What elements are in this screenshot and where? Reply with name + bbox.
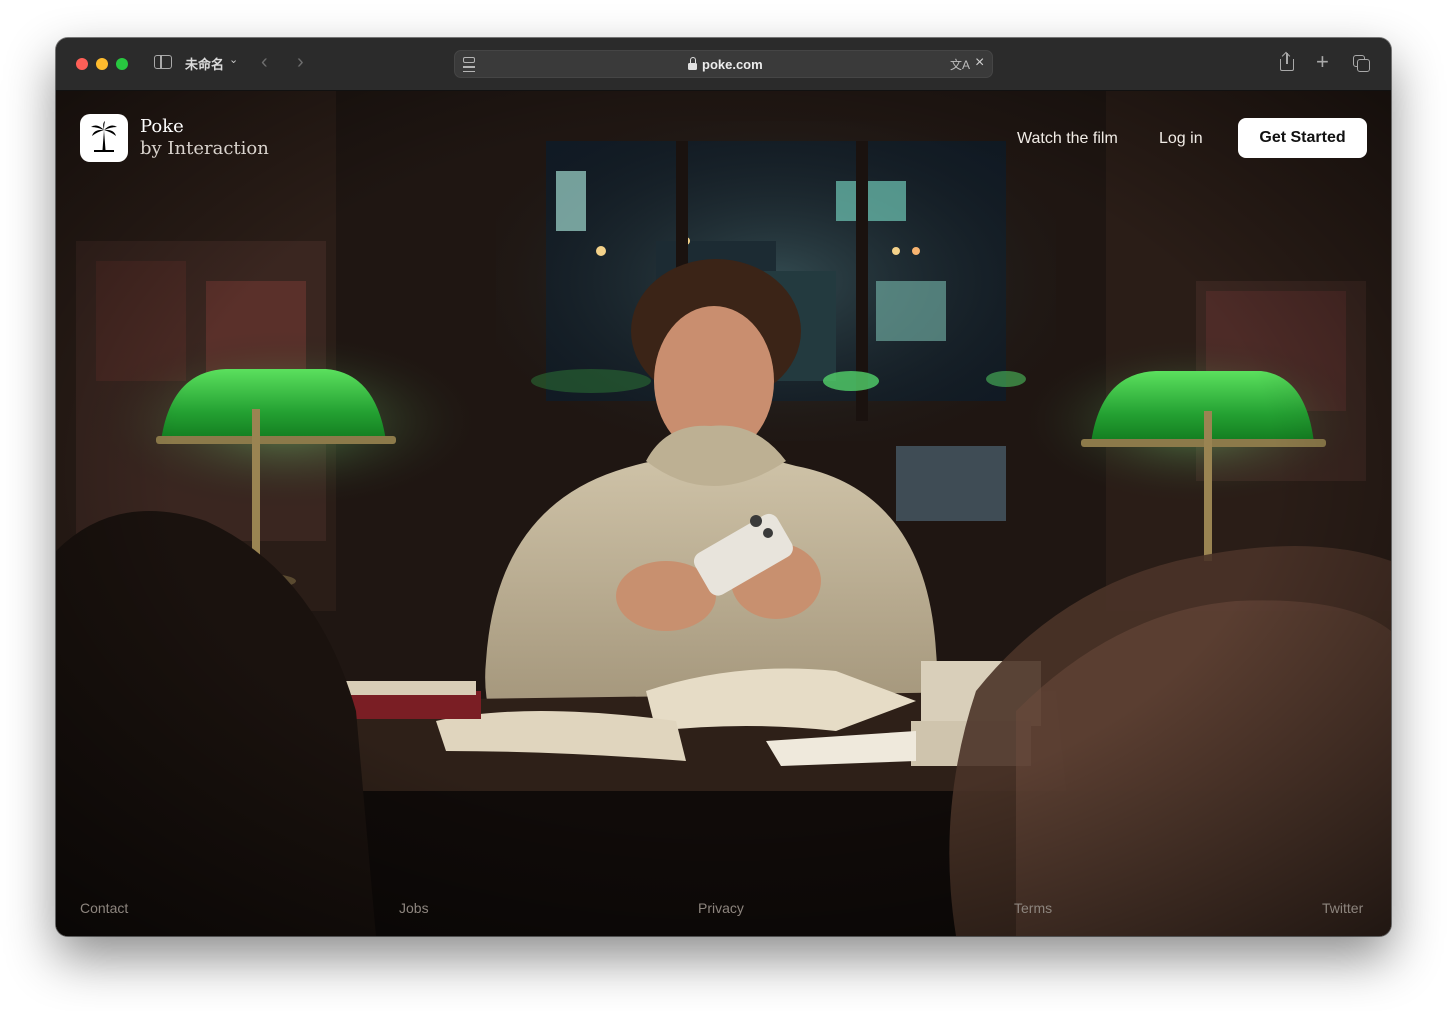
footer-contact-link[interactable]: Contact [80,900,128,916]
browser-toolbar: 未命名 ⌄ ‹ › poke.com 文A × + [56,38,1391,91]
watch-film-link[interactable]: Watch the film [1017,130,1118,148]
brand-tagline: by Interaction [140,138,269,159]
brand-name[interactable]: Poke [140,116,184,137]
chevron-down-icon[interactable]: ⌄ [229,53,238,66]
hero-section: Poke by Interaction Watch the film Log i… [56,91,1391,936]
footer-jobs-link[interactable]: Jobs [399,900,429,916]
footer-terms-link[interactable]: Terms [1014,900,1052,916]
page-menu-icon[interactable] [463,57,475,72]
new-tab-icon[interactable]: + [1316,49,1329,75]
brand-logo[interactable] [80,114,128,162]
address-bar[interactable]: poke.com 文A × [454,50,993,78]
footer-twitter-link[interactable]: Twitter [1322,900,1363,916]
tab-group-title[interactable]: 未命名 [185,54,224,73]
close-window-button[interactable] [76,58,88,70]
footer-privacy-link[interactable]: Privacy [698,900,744,916]
hero-video-background [56,91,1391,936]
minimize-window-button[interactable] [96,58,108,70]
share-icon[interactable] [1280,51,1294,71]
tab-overview-icon[interactable] [1353,55,1370,72]
translate-icon[interactable]: 文A [950,56,970,73]
maximize-window-button[interactable] [116,58,128,70]
forward-icon[interactable]: › [297,51,304,74]
login-link[interactable]: Log in [1159,130,1203,148]
get-started-button[interactable]: Get Started [1238,118,1367,158]
close-icon[interactable]: × [975,54,984,72]
back-icon[interactable]: ‹ [261,51,268,74]
url-text[interactable]: poke.com [702,57,763,72]
palm-tree-icon [91,121,117,152]
browser-window: 未命名 ⌄ ‹ › poke.com 文A × + Poke by Intera… [56,38,1391,936]
lock-icon [688,57,697,71]
sidebar-toggle-icon[interactable] [154,55,172,69]
